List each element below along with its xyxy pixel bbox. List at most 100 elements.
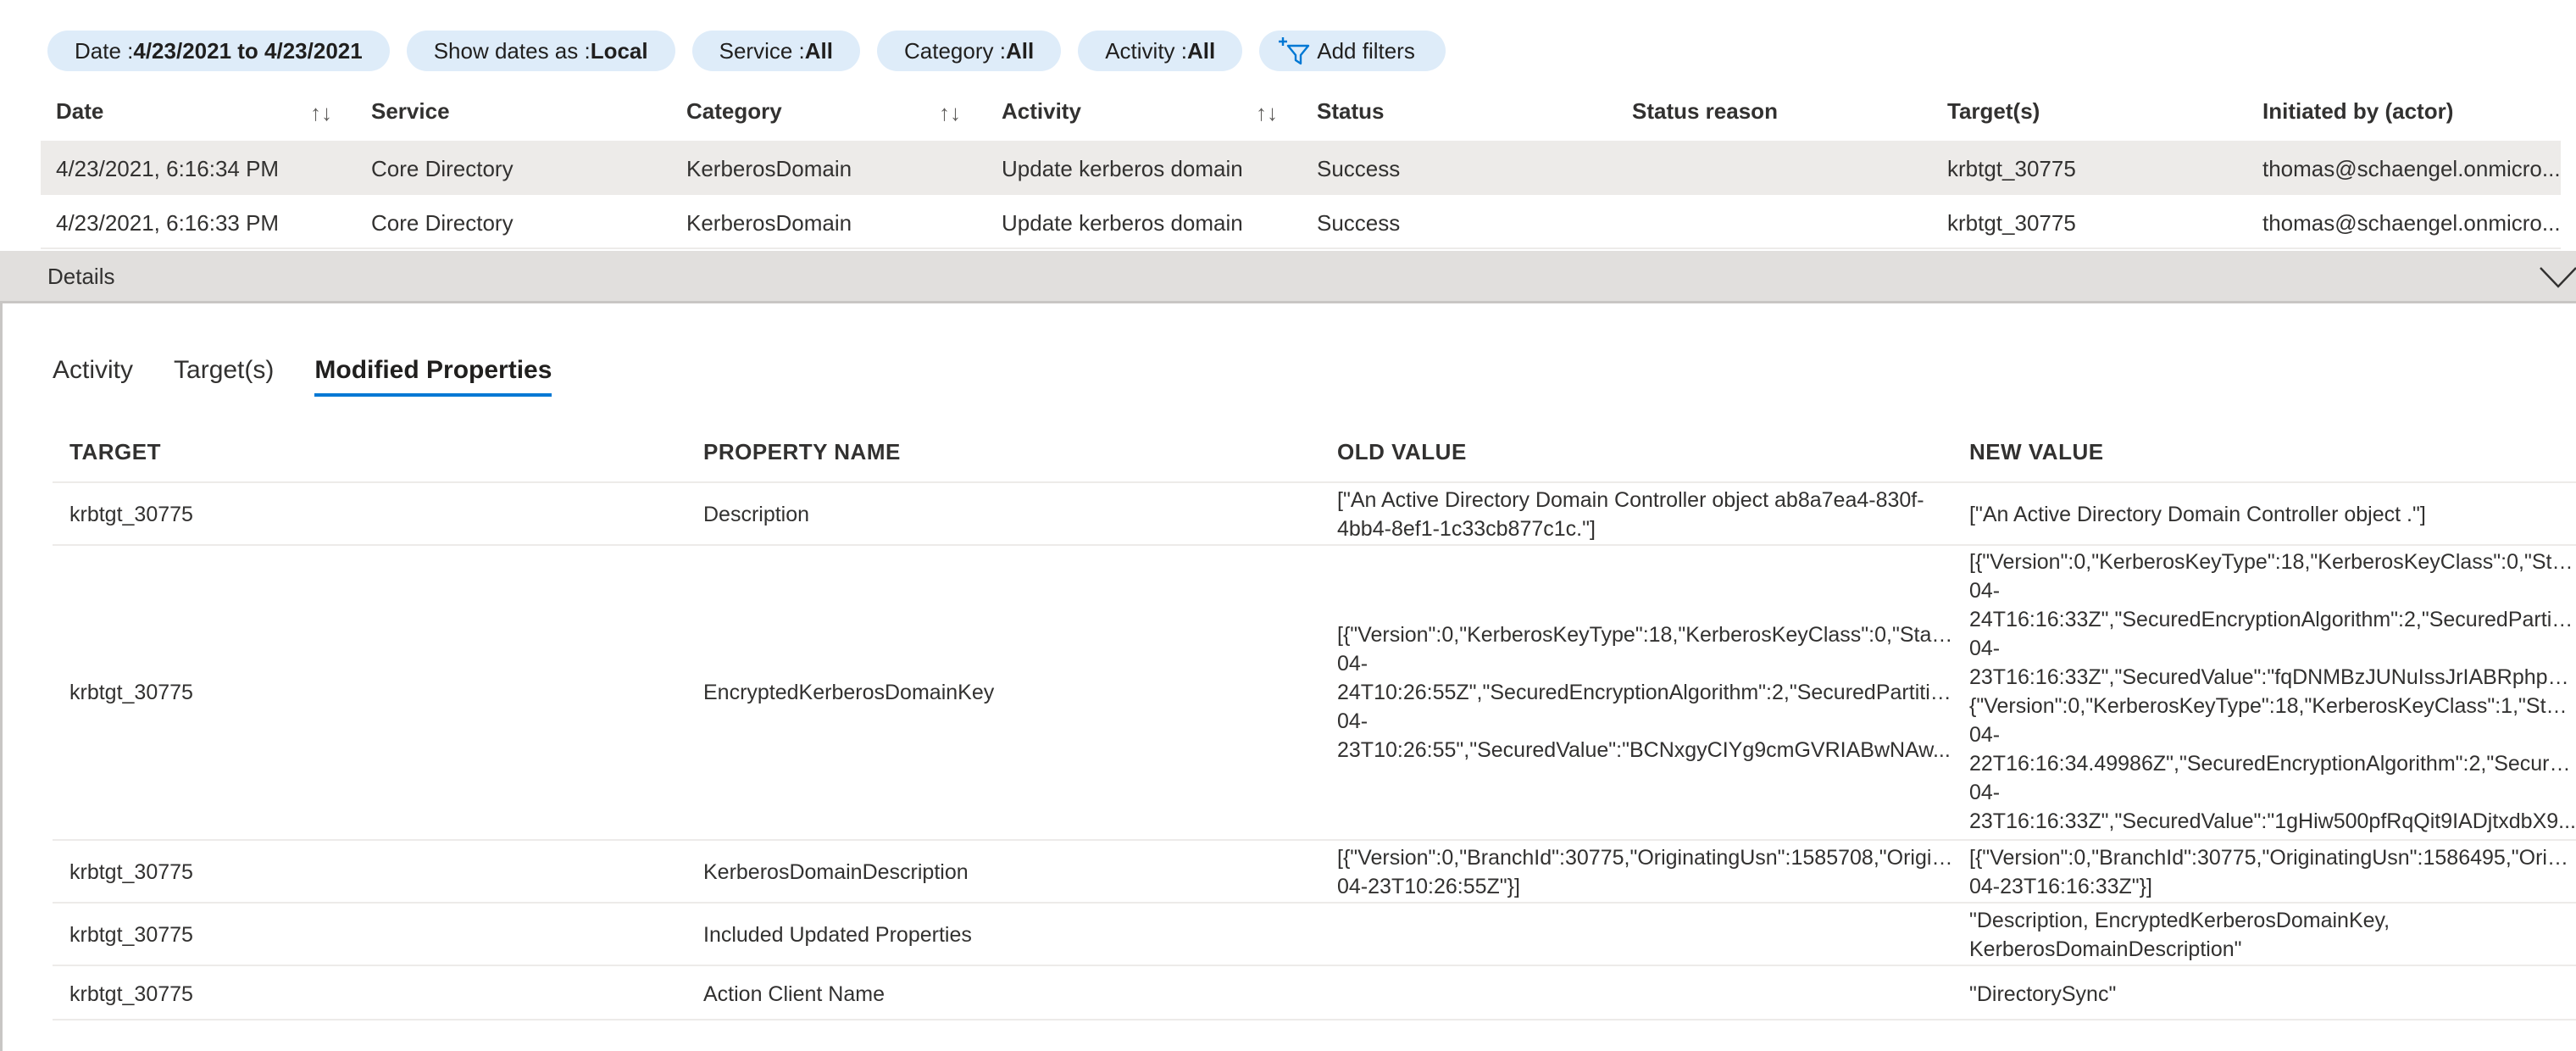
property-row: krbtgt_30775 EncryptedKerberosDomainKey … bbox=[53, 546, 2576, 841]
property-row: krbtgt_30775 Included Updated Properties… bbox=[53, 904, 2576, 966]
col-header-targets: Target(s) bbox=[1947, 98, 2040, 125]
cell-property-name: Action Client Name bbox=[703, 982, 885, 1006]
cell-category: KerberosDomain bbox=[686, 210, 852, 236]
details-tabs: Activity Target(s) Modified Properties bbox=[53, 356, 592, 397]
cell-property-name: EncryptedKerberosDomainKey bbox=[703, 681, 995, 704]
old-value-line: ["An Active Directory Domain Controller … bbox=[1337, 488, 1924, 512]
panel-left-border bbox=[0, 303, 3, 1051]
col-status-label: Status bbox=[1317, 98, 1385, 124]
cell-property-name: KerberosDomainDescription bbox=[703, 860, 969, 884]
cell-target: krbtgt_30775 bbox=[1947, 210, 2076, 236]
cell-status: Success bbox=[1317, 156, 1401, 181]
cell-activity: Update kerberos domain bbox=[1002, 210, 1243, 236]
property-row: krbtgt_30775 KerberosDomainDescription [… bbox=[53, 841, 2576, 904]
old-value-line: [{"Version":0,"KerberosKeyType":18,"Kerb… bbox=[1337, 623, 1956, 647]
col-header-date[interactable]: Date bbox=[56, 98, 103, 125]
new-value-line: ["An Active Directory Domain Controller … bbox=[1969, 503, 2426, 526]
new-value-line: 24T16:16:33Z","SecuredEncryptionAlgorith… bbox=[1969, 608, 2576, 631]
new-value-line: "DirectorySync" bbox=[1969, 982, 2117, 1006]
sort-date-icon[interactable]: ↑↓ bbox=[310, 100, 332, 126]
details-title: Details bbox=[47, 264, 115, 289]
cell-new-value: [{"Version":0,"KerberosKeyType":18,"Kerb… bbox=[1969, 548, 2576, 836]
filter-show-dates-as[interactable]: Show dates as : Local bbox=[406, 31, 675, 71]
cell-date: 4/23/2021, 6:16:33 PM bbox=[56, 210, 280, 236]
old-value-line: [{"Version":0,"BranchId":30775,"Originat… bbox=[1337, 846, 1956, 870]
audit-row[interactable]: 4/23/2021, 6:16:33 PM Core Directory Ker… bbox=[41, 195, 2561, 249]
cell-old-value: [{"Version":0,"KerberosKeyType":18,"Kerb… bbox=[1337, 620, 1956, 765]
modified-properties-table: TARGET PROPERTY NAME OLD VALUE NEW VALUE… bbox=[53, 434, 2576, 1020]
filter-category-label: Category : bbox=[904, 37, 1006, 64]
new-value-line: [{"Version":0,"BranchId":30775,"Originat… bbox=[1969, 846, 2576, 870]
cell-new-value: ["An Active Directory Domain Controller … bbox=[1969, 500, 2576, 529]
col-initiated-by-label: Initiated by (actor) bbox=[2262, 98, 2454, 124]
filter-show-dates-label: Show dates as : bbox=[433, 37, 591, 64]
old-value-line: 04-23T10:26:55Z"}] bbox=[1337, 875, 1520, 898]
new-value-line: {"Version":0,"KerberosKeyType":18,"Kerbe… bbox=[1969, 694, 2576, 718]
cell-target: krbtgt_30775 bbox=[69, 982, 193, 1006]
old-value-line: 23T10:26:55","SecuredValue":"BCNxgyCIYg9… bbox=[1337, 738, 1951, 762]
modified-properties-header: TARGET PROPERTY NAME OLD VALUE NEW VALUE bbox=[53, 434, 2576, 483]
audit-row-selected[interactable]: 4/23/2021, 6:16:34 PM Core Directory Ker… bbox=[41, 141, 2561, 195]
new-value-line: [{"Version":0,"KerberosKeyType":18,"Kerb… bbox=[1969, 550, 2576, 574]
cell-new-value: [{"Version":0,"BranchId":30775,"Originat… bbox=[1969, 843, 2576, 901]
filter-service[interactable]: Service : All bbox=[691, 31, 861, 71]
cell-new-value: "Description, EncryptedKerberosDomainKey… bbox=[1969, 906, 2576, 964]
new-value-line: 22T16:16:34.49986Z","SecuredEncryptionAl… bbox=[1969, 752, 2576, 776]
audit-table-header: Date ↑↓ Service Category ↑↓ Activity ↑↓ … bbox=[41, 92, 2561, 137]
col-header-status: Status bbox=[1317, 98, 1384, 125]
cell-target: krbtgt_30775 bbox=[1947, 156, 2076, 181]
cell-property-name: Description bbox=[703, 503, 810, 526]
col-property-name-header: PROPERTY NAME bbox=[703, 439, 901, 464]
cell-category: KerberosDomain bbox=[686, 156, 852, 181]
filter-date-value: 4/23/2021 to 4/23/2021 bbox=[133, 37, 363, 64]
col-old-value-header: OLD VALUE bbox=[1337, 439, 1467, 464]
sort-category-icon[interactable]: ↑↓ bbox=[939, 100, 961, 126]
cell-initiated-by: thomas@schaengel.onmicro... bbox=[2262, 156, 2561, 181]
details-panel-header[interactable]: Details bbox=[0, 251, 2576, 303]
cell-service: Core Directory bbox=[371, 156, 514, 181]
add-filters-label: Add filters bbox=[1317, 37, 1415, 64]
cell-new-value: "DirectorySync" bbox=[1969, 980, 2576, 1009]
add-filters-button[interactable]: Add filters bbox=[1259, 31, 1446, 71]
col-service-label: Service bbox=[371, 98, 450, 124]
sort-activity-icon[interactable]: ↑↓ bbox=[1256, 100, 1278, 126]
cell-activity: Update kerberos domain bbox=[1002, 156, 1243, 181]
property-row: krbtgt_30775 Description ["An Active Dir… bbox=[53, 483, 2576, 546]
col-target-header: TARGET bbox=[69, 439, 161, 464]
col-header-category[interactable]: Category bbox=[686, 98, 782, 125]
cell-target: krbtgt_30775 bbox=[69, 860, 193, 884]
new-value-line: KerberosDomainDescription" bbox=[1969, 937, 2242, 961]
col-category-label: Category bbox=[686, 98, 782, 124]
new-value-line: 04- bbox=[1969, 723, 2001, 747]
col-status-reason-label: Status reason bbox=[1632, 98, 1778, 124]
cell-service: Core Directory bbox=[371, 210, 514, 236]
tab-targets[interactable]: Target(s) bbox=[174, 356, 274, 397]
col-header-initiated-by: Initiated by (actor) bbox=[2262, 98, 2453, 125]
filter-date[interactable]: Date : 4/23/2021 to 4/23/2021 bbox=[47, 31, 390, 71]
col-header-status-reason: Status reason bbox=[1632, 98, 1778, 125]
filter-activity-label: Activity : bbox=[1105, 37, 1187, 64]
filter-category[interactable]: Category : All bbox=[877, 31, 1062, 71]
filter-activity-value: All bbox=[1187, 37, 1216, 64]
cell-property-name: Included Updated Properties bbox=[703, 923, 972, 947]
col-header-activity[interactable]: Activity bbox=[1002, 98, 1081, 125]
new-value-line: 23T16:16:33Z","SecuredValue":"1gHiw500pf… bbox=[1969, 809, 2576, 833]
new-value-line: 04- bbox=[1969, 781, 2001, 804]
new-value-line: 04- bbox=[1969, 637, 2001, 660]
cell-status: Success bbox=[1317, 210, 1401, 236]
chevron-down-icon[interactable] bbox=[2537, 256, 2576, 298]
tab-activity[interactable]: Activity bbox=[53, 356, 133, 397]
cell-initiated-by: thomas@schaengel.onmicro... bbox=[2262, 210, 2561, 236]
tab-modified-properties[interactable]: Modified Properties bbox=[314, 356, 552, 397]
col-date-label: Date bbox=[56, 98, 104, 124]
old-value-line: 24T10:26:55Z","SecuredEncryptionAlgorith… bbox=[1337, 681, 1956, 704]
cell-date: 4/23/2021, 6:16:34 PM bbox=[56, 156, 280, 181]
add-filter-funnel-icon bbox=[1279, 37, 1310, 65]
filter-bar: Date : 4/23/2021 to 4/23/2021 Show dates… bbox=[47, 31, 1446, 71]
new-value-line: 23T16:16:33Z","SecuredValue":"fqDNMBzJUN… bbox=[1969, 665, 2576, 689]
filter-date-label: Date : bbox=[75, 37, 134, 64]
property-row: krbtgt_30775 Action Client Name "Directo… bbox=[53, 966, 2576, 1020]
cell-target: krbtgt_30775 bbox=[69, 503, 193, 526]
filter-activity[interactable]: Activity : All bbox=[1078, 31, 1243, 71]
filter-service-label: Service : bbox=[719, 37, 805, 64]
